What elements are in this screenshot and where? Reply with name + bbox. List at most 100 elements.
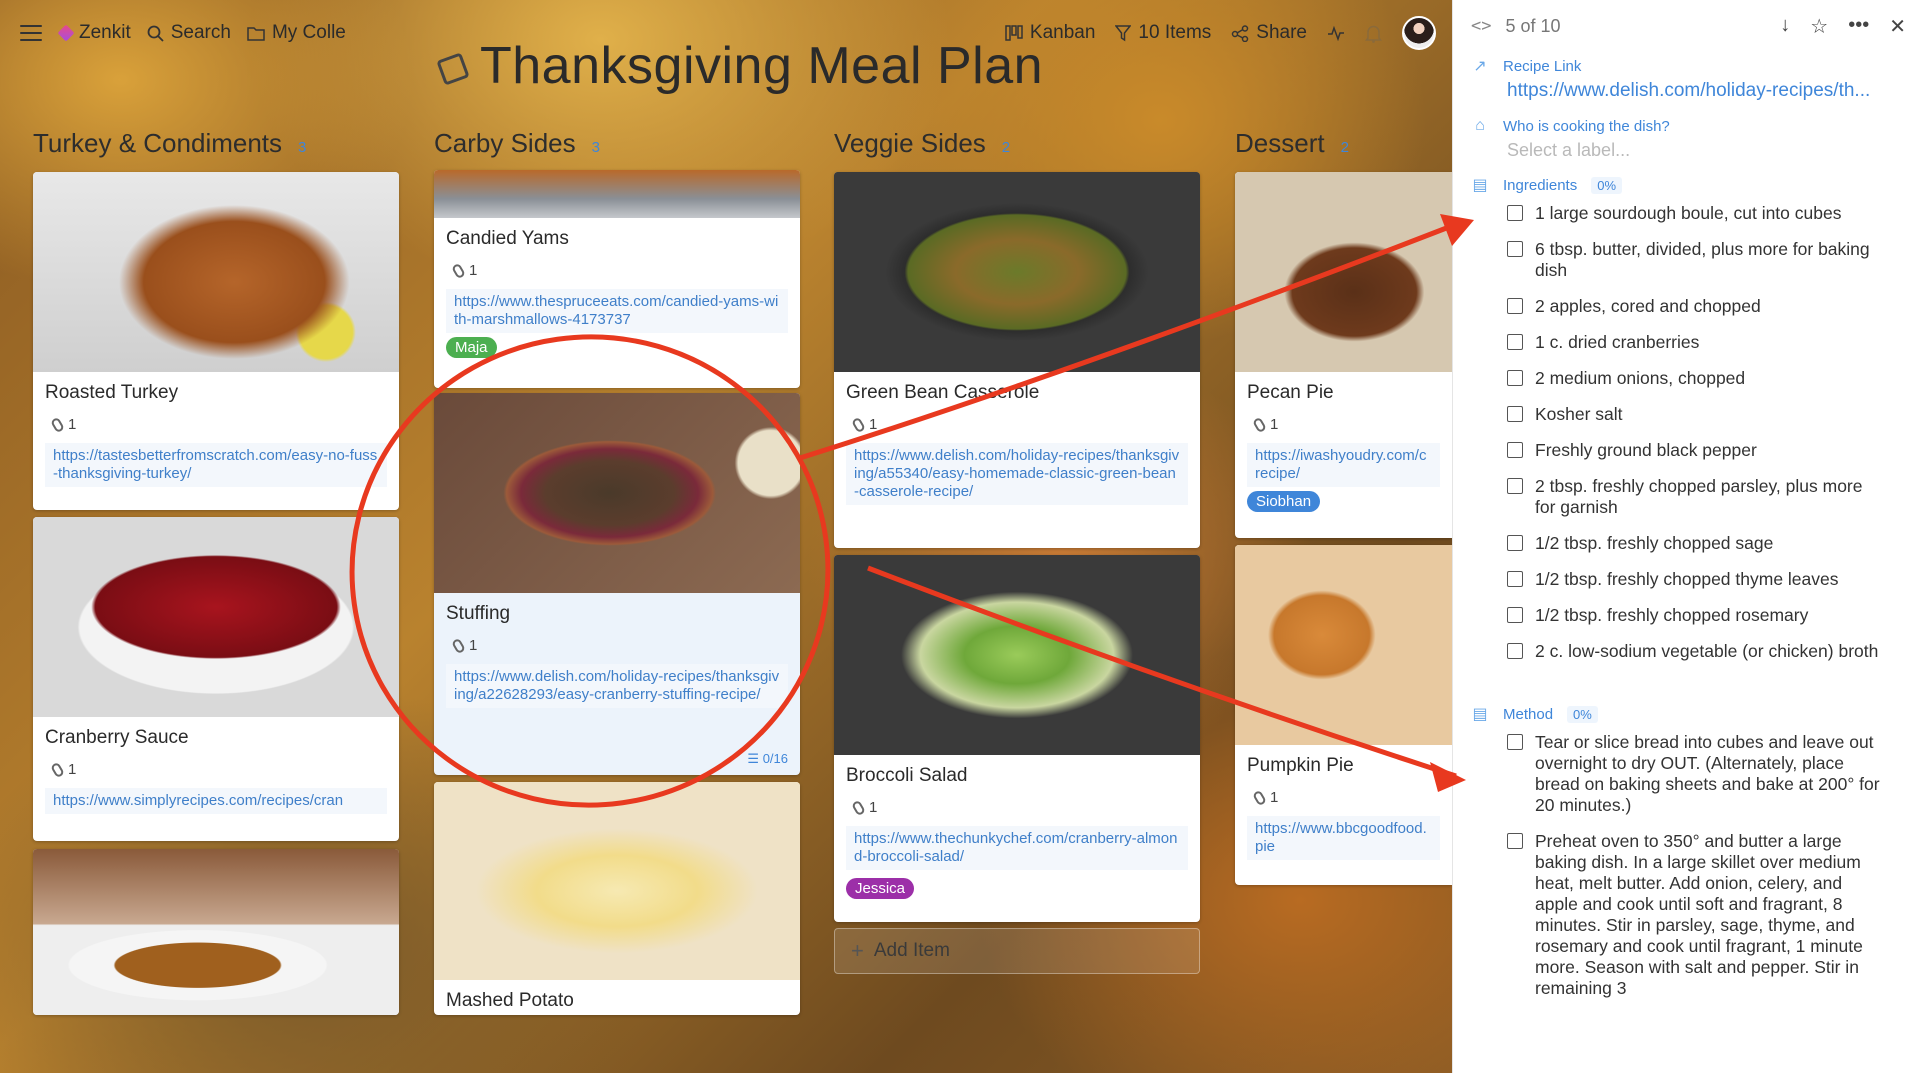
star-icon[interactable]: ☆: [1810, 14, 1828, 39]
cook-select[interactable]: Select a label...: [1471, 140, 1902, 161]
paperclip-icon: [851, 416, 866, 433]
checklist-item[interactable]: 2 c. low-sodium vegetable (or chicken) b…: [1507, 641, 1880, 662]
recipe-link-label-text: Recipe Link: [1503, 57, 1582, 75]
checkbox[interactable]: [1507, 406, 1523, 422]
assignee-badge[interactable]: Siobhan: [1247, 491, 1321, 512]
checkbox[interactable]: [1507, 535, 1523, 551]
checkbox[interactable]: [1507, 298, 1523, 314]
checklist-item[interactable]: Freshly ground black pepper: [1507, 440, 1880, 461]
column-header[interactable]: Carby Sides 3: [434, 128, 800, 164]
checkbox[interactable]: [1507, 643, 1523, 659]
card-title: Green Bean Casserole: [846, 382, 1040, 403]
checkbox[interactable]: [1507, 607, 1523, 623]
card-roasted-turkey[interactable]: Roasted Turkey 1 https://tastesbetterfro…: [33, 172, 399, 510]
checklist-item[interactable]: Preheat oven to 350° and butter a large …: [1507, 831, 1880, 999]
card-link[interactable]: https://www.thespruceeats.com/candied-ya…: [446, 289, 788, 333]
attachment-number: 1: [1270, 416, 1279, 433]
more-options-icon[interactable]: •••: [1848, 14, 1869, 39]
method-label-text: Method: [1503, 705, 1554, 723]
checkbox[interactable]: [1507, 370, 1523, 386]
checklist-item-text: 2 apples, cored and chopped: [1535, 296, 1761, 316]
card-gravy[interactable]: [33, 849, 399, 1015]
gravy-photo: [33, 849, 399, 1015]
card-pumpkin-pie[interactable]: Pumpkin Pie 1 https://www.bbcgoodfood. p…: [1235, 545, 1452, 885]
close-icon[interactable]: ✕: [1889, 14, 1906, 39]
card-link[interactable]: https://www.bbcgoodfood. pie: [1247, 816, 1440, 860]
method-progress: 0%: [1567, 705, 1598, 723]
attachment-number: 1: [68, 416, 77, 433]
ingredients-progress: 0%: [1591, 176, 1623, 194]
card-link[interactable]: https://tastesbetterfromscratch.com/easy…: [45, 443, 387, 487]
checklist-item[interactable]: 1/2 tbsp. freshly chopped rosemary: [1507, 605, 1880, 626]
ingredients-label-text: Ingredients: [1503, 176, 1578, 194]
card-cranberry-sauce[interactable]: Cranberry Sauce 1 https://www.simplyreci…: [33, 517, 399, 841]
search-button[interactable]: Search: [147, 22, 231, 44]
checklist-item-text: 1 c. dried cranberries: [1535, 332, 1700, 352]
menu-icon[interactable]: [20, 25, 42, 41]
bell-icon[interactable]: [1365, 24, 1382, 43]
card-link[interactable]: https://www.thechunkychef.com/cranberry-…: [846, 826, 1188, 870]
checklist-item[interactable]: 1 large sourdough boule, cut into cubes: [1507, 203, 1880, 224]
share-button[interactable]: Share: [1231, 22, 1307, 44]
column-title: Carby Sides: [434, 128, 576, 158]
assignee-badge[interactable]: Jessica: [846, 878, 915, 899]
checklist-count: 0/16: [762, 751, 788, 766]
checklist-item[interactable]: 1 c. dried cranberries: [1507, 332, 1880, 353]
recipe-link-label: ↗ Recipe Link: [1471, 52, 1902, 80]
card-link[interactable]: https://www.delish.com/holiday-recipes/t…: [846, 443, 1188, 505]
checklist-item[interactable]: 2 apples, cored and chopped: [1507, 296, 1880, 317]
card-green-bean-casserole[interactable]: Green Bean Casserole 1 https://www.delis…: [834, 172, 1200, 548]
checkbox[interactable]: [1507, 571, 1523, 587]
prev-next-icon[interactable]: <>: [1471, 16, 1491, 36]
card-title: Candied Yams: [446, 228, 569, 249]
checkbox[interactable]: [1507, 241, 1523, 257]
turkey-photo: [33, 172, 399, 372]
card-pecan-pie[interactable]: Pecan Pie 1 https://iwashyoudry.com/c re…: [1235, 172, 1452, 538]
card-mashed-potato[interactable]: Mashed Potato: [434, 782, 800, 1015]
activity-icon[interactable]: [1327, 25, 1345, 41]
card-broccoli-salad[interactable]: Broccoli Salad 1 https://www.thechunkych…: [834, 555, 1200, 922]
card-link[interactable]: https://www.delish.com/holiday-recipes/t…: [446, 664, 788, 708]
checkbox[interactable]: [1507, 833, 1523, 849]
column-count: 3: [591, 139, 600, 156]
cook-field: ⌂ Who is cooking the dish? Select a labe…: [1453, 112, 1920, 161]
card-candied-yams[interactable]: Candied Yams 1 https://www.thespruceeats…: [434, 170, 800, 388]
card-title: Roasted Turkey: [45, 382, 179, 403]
card-link[interactable]: https://iwashyoudry.com/c recipe/: [1247, 443, 1440, 487]
add-item-button[interactable]: + Add Item: [834, 928, 1200, 974]
checkbox[interactable]: [1507, 478, 1523, 494]
checklist-item[interactable]: 2 medium onions, chopped: [1507, 368, 1880, 389]
filter-button[interactable]: 10 Items: [1115, 22, 1211, 44]
arrow-down-icon[interactable]: ↓: [1780, 14, 1790, 39]
card-stuffing[interactable]: Stuffing 1 https://www.delish.com/holida…: [434, 393, 800, 775]
checkbox[interactable]: [1507, 334, 1523, 350]
checklist-item-text: 1/2 tbsp. freshly chopped thyme leaves: [1535, 569, 1839, 589]
recipe-link-value[interactable]: https://www.delish.com/holiday-recipes/t…: [1471, 80, 1902, 102]
column-header[interactable]: Turkey & Condiments 3: [33, 128, 399, 164]
checklist-icon: ▤: [1472, 177, 1488, 194]
checklist-item[interactable]: 2 tbsp. freshly chopped parsley, plus mo…: [1507, 476, 1880, 518]
card-link[interactable]: https://www.simplyrecipes.com/recipes/cr…: [45, 788, 387, 814]
checklist-item[interactable]: Kosher salt: [1507, 404, 1880, 425]
column-title: Turkey & Condiments: [33, 128, 283, 158]
brand[interactable]: Zenkit: [57, 22, 131, 44]
checklist-item[interactable]: 6 tbsp. butter, divided, plus more for b…: [1507, 239, 1880, 281]
checklist-item-text: Kosher salt: [1535, 404, 1623, 424]
checklist-item[interactable]: 1/2 tbsp. freshly chopped sage: [1507, 533, 1880, 554]
checkbox[interactable]: [1507, 734, 1523, 750]
attachment-number: 1: [68, 761, 77, 778]
checkbox[interactable]: [1507, 205, 1523, 221]
plus-icon: +: [851, 938, 864, 963]
checklist-item[interactable]: Tear or slice bread into cubes and leave…: [1507, 732, 1880, 816]
collection-breadcrumb[interactable]: My Colle: [247, 22, 346, 44]
ingredients-label: ▤ Ingredients 0%: [1471, 171, 1902, 199]
assignee-badge[interactable]: Maja: [446, 337, 497, 358]
column-header[interactable]: Veggie Sides 2: [834, 128, 1200, 164]
checklist-item[interactable]: 1/2 tbsp. freshly chopped thyme leaves: [1507, 569, 1880, 590]
checkbox[interactable]: [1507, 442, 1523, 458]
user-avatar[interactable]: [1402, 16, 1436, 50]
attachment-number: 1: [469, 637, 478, 654]
add-item-label: Add Item: [873, 940, 950, 961]
mashed-potato-photo: [434, 782, 800, 980]
checklist-item-text: 1/2 tbsp. freshly chopped rosemary: [1535, 605, 1809, 625]
